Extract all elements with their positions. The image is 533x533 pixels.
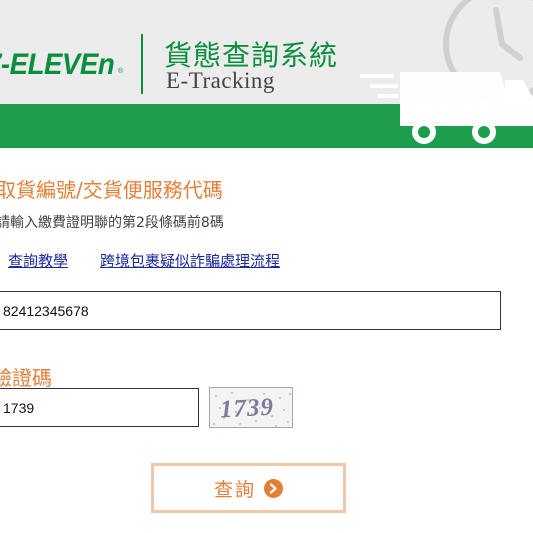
captcha-image[interactable]: 1739	[209, 387, 293, 428]
query-button[interactable]: 查詢	[151, 463, 346, 513]
captcha-input[interactable]	[0, 388, 199, 427]
arrow-right-icon	[264, 478, 283, 498]
green-band	[0, 104, 533, 148]
tracking-hint: 請輸入繳費證明聯的第2段條碼前8碼	[0, 215, 224, 231]
query-button-label: 查詢	[213, 478, 256, 501]
header-banner: 7-ELEVEn ® 貨態查詢系統 E-Tracking	[0, 0, 533, 104]
captcha-label: 驗證碼	[0, 366, 52, 390]
tutorial-link[interactable]: 查詢教學	[8, 250, 68, 271]
tracking-number-input[interactable]	[0, 291, 501, 330]
fraud-process-link[interactable]: 跨境包裹疑似詐騙處理流程	[100, 250, 280, 271]
logo-trademark: ®	[118, 68, 124, 75]
captcha-text: 1739	[219, 393, 275, 424]
truck-wheels-icon	[400, 104, 533, 144]
system-subtitle: E-Tracking	[166, 68, 275, 93]
seven-eleven-logo: 7-ELEVEn	[0, 48, 115, 81]
clock-truck-icon	[360, 0, 533, 104]
tracking-number-label: 取貨編號/交貨便服務代碼	[0, 178, 223, 202]
header-divider	[141, 34, 143, 94]
